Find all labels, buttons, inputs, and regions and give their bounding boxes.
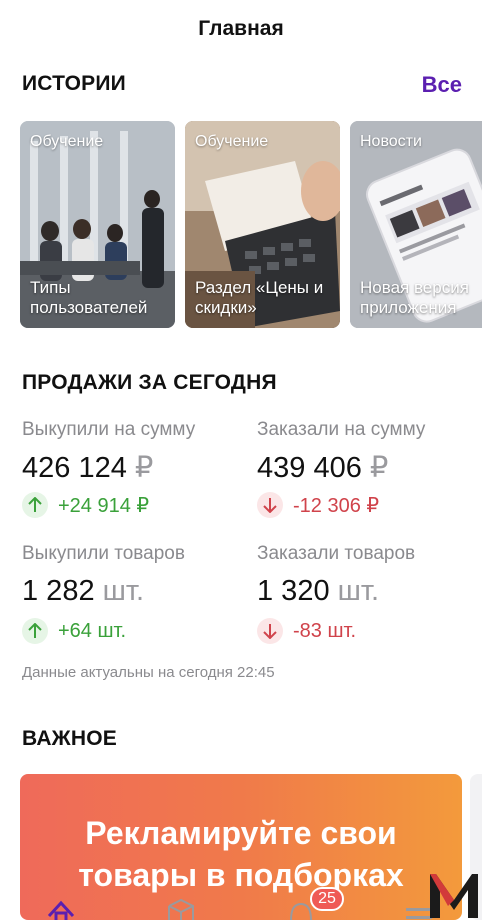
bought-sum-number: 426 124 [22,452,127,484]
bought-count-number: 1 282 [22,575,95,607]
bought-sum-delta: +24 914 ₽ [22,492,149,518]
ordered-count-value: 1 320 шт. [257,575,379,608]
arrow-up-icon [22,492,48,518]
stories-carousel[interactable]: Обучение Типы пользователей Обучение Раз… [20,121,482,328]
ordered-sum-label: Заказали на сумму [257,419,426,440]
notifications-badge: 25 [310,887,344,911]
delta-text: +24 914 ₽ [58,494,150,517]
sales-title: ПРОДАЖИ ЗА СЕГОДНЯ [22,371,277,394]
count-unit: шт. [102,575,145,607]
story-caption: Новая версия приложения [360,278,469,317]
bought-count-label: Выкупили товаров [22,543,185,564]
currency-unit: ₽ [369,452,389,484]
story-card[interactable]: Обучение Типы пользователей [20,121,175,328]
story-card[interactable]: Новости Новая версия приложения [350,121,482,328]
home-icon[interactable] [46,898,76,920]
story-caption: Типы пользователей [30,278,148,317]
ordered-sum-value: 439 406 ₽ [257,450,388,485]
count-unit: шт. [337,575,380,607]
arrow-up-icon [22,618,48,644]
delta-text: +64 шт. [58,619,127,642]
important-title: ВАЖНОЕ [22,727,117,750]
story-tag: Обучение [195,133,269,150]
ordered-count-number: 1 320 [257,575,330,607]
box-icon[interactable] [166,898,196,920]
bottom-tab-bar [0,892,482,920]
bought-count-value: 1 282 шт. [22,575,144,608]
arrow-down-icon [257,492,283,518]
bought-count-delta: +64 шт. [22,618,126,644]
banner-line: Рекламируйте свои [85,815,397,851]
story-card[interactable]: Обучение Раздел «Цены и скидки» [185,121,340,328]
ordered-sum-delta: -12 306 ₽ [257,492,379,518]
arrow-down-icon [257,618,283,644]
delta-text: -12 306 ₽ [293,494,380,517]
currency-unit: ₽ [134,452,154,484]
ordered-sum-number: 439 406 [257,452,362,484]
data-updated-note: Данные актуальны на сегодня 22:45 [22,664,275,681]
ordered-count-delta: -83 шт. [257,618,356,644]
story-caption: Раздел «Цены и скидки» [195,278,324,317]
banner-line: товары в подборках [78,857,404,893]
banner-text: Рекламируйте свои товары в подборках [20,812,462,896]
story-tag: Новости [360,133,422,150]
bought-sum-label: Выкупили на сумму [22,419,196,440]
story-tag: Обучение [30,133,104,150]
delta-text: -83 шт. [293,619,357,642]
stories-all-link[interactable]: Все [422,72,462,98]
page-title: Главная [198,17,284,40]
bought-sum-value: 426 124 ₽ [22,450,153,485]
brand-logo-watermark [430,874,478,918]
top-bar: Главная [0,0,482,58]
ordered-count-label: Заказали товаров [257,543,416,564]
stories-title: ИСТОРИИ [22,72,126,95]
